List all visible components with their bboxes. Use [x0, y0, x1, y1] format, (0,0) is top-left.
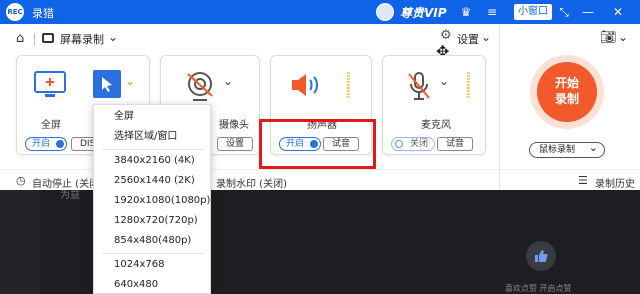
- video-camera-icon: [42, 33, 54, 43]
- close-icon[interactable]: ✕: [610, 4, 626, 20]
- webcam-settings-button[interactable]: 设置: [217, 137, 254, 151]
- speaker-level-meter: [347, 72, 350, 98]
- like-button[interactable]: [526, 241, 556, 271]
- highlight-box: [259, 119, 376, 169]
- vip-label[interactable]: 尊贵VIP: [400, 4, 447, 21]
- chevron-down-icon[interactable]: ⌄: [618, 30, 628, 44]
- start-record-button[interactable]: 开始 录制: [537, 62, 597, 122]
- mic-label: 麦克风: [421, 120, 451, 131]
- record-label-line2: 录制: [554, 92, 579, 106]
- app-logo: REC: [6, 3, 24, 21]
- dropdown-item[interactable]: 选择区域/窗口: [94, 127, 212, 147]
- dropdown-item[interactable]: 全屏: [94, 107, 212, 127]
- screen-record-mode[interactable]: 屏幕录制: [60, 31, 104, 47]
- toggle-label: 开启: [32, 139, 51, 149]
- speaker-icon[interactable]: [289, 72, 323, 98]
- mouse-record-value: 鼠标录制: [539, 145, 576, 155]
- mini-window-button[interactable]: 小窗口: [514, 4, 552, 20]
- divider: [102, 149, 204, 150]
- minimize-icon[interactable]: —: [580, 4, 596, 20]
- record-label-line1: 开始: [554, 76, 579, 90]
- fullscreen-label: 全屏: [41, 120, 61, 131]
- record-history-link[interactable]: 录制历史: [595, 175, 635, 190]
- mic-toggle[interactable]: 关闭: [391, 137, 436, 151]
- app-title: 录猎: [32, 7, 54, 20]
- background-sidebar: [0, 190, 40, 294]
- microphone-icon[interactable]: [405, 70, 433, 102]
- toggle-knob: [56, 140, 65, 148]
- dropdown-item[interactable]: 1280x720(720p): [94, 211, 212, 231]
- divider: [499, 24, 500, 190]
- dropdown-item[interactable]: 854x480(480p): [94, 231, 212, 251]
- chevron-down-icon[interactable]: ⌄: [125, 74, 135, 88]
- chevron-down-icon: ⌄: [588, 141, 598, 154]
- webcam-label: 摄像头: [219, 120, 249, 131]
- dropdown-item[interactable]: 1920x1080(1080p): [94, 191, 212, 211]
- divider: [102, 253, 204, 254]
- camera-icon[interactable]: 📷︎: [600, 30, 617, 45]
- mic-level-meter: [467, 72, 470, 98]
- chevron-down-icon[interactable]: ⌄: [108, 30, 118, 44]
- chevron-down-icon[interactable]: ⌄: [481, 30, 491, 44]
- toggle-label: 关闭: [410, 139, 429, 149]
- avatar[interactable]: [376, 3, 394, 21]
- region-select-icon[interactable]: [93, 70, 121, 98]
- like-caption: 喜欢点赞 开启点赞: [505, 284, 572, 293]
- chevron-down-icon[interactable]: ⌄: [223, 74, 233, 88]
- dropdown-item[interactable]: 3840x2160 (4K): [94, 151, 212, 171]
- list-icon: ☰: [578, 174, 588, 187]
- thumbs-up-icon: [535, 250, 548, 262]
- watermark-link[interactable]: 录制水印 (关闭): [216, 175, 287, 190]
- mic-test-button[interactable]: 试音: [437, 137, 474, 151]
- settings-button[interactable]: 设置: [457, 31, 479, 47]
- region-dropdown-menu: 全屏 选择区域/窗口 3840x2160 (4K) 2560x1440 (2K)…: [93, 104, 211, 294]
- screen-icon[interactable]: [33, 70, 67, 100]
- menu-icon[interactable]: ≡: [484, 4, 500, 20]
- webcam-icon[interactable]: [183, 70, 217, 102]
- chevron-down-icon[interactable]: ⌄: [439, 74, 449, 88]
- crown-icon[interactable]: ♛: [458, 4, 474, 20]
- divider: [34, 33, 35, 45]
- dropdown-item[interactable]: 1024x768: [94, 255, 212, 275]
- mic-card: ⌄ 麦克风 关闭 试音: [382, 55, 486, 155]
- home-icon[interactable]: ⌂: [16, 31, 24, 46]
- dropdown-item[interactable]: 640x480: [94, 275, 212, 294]
- dropdown-item[interactable]: 2560x1440 (2K): [94, 171, 212, 191]
- mouse-record-select[interactable]: 鼠标录制 ⌄: [529, 141, 605, 158]
- clock-icon: ◷: [16, 174, 26, 187]
- pin-icon[interactable]: ⤡: [556, 4, 572, 20]
- toggle-knob: [395, 140, 403, 148]
- fullscreen-toggle[interactable]: 开启: [25, 137, 68, 151]
- gear-icon[interactable]: ⚙: [440, 28, 452, 43]
